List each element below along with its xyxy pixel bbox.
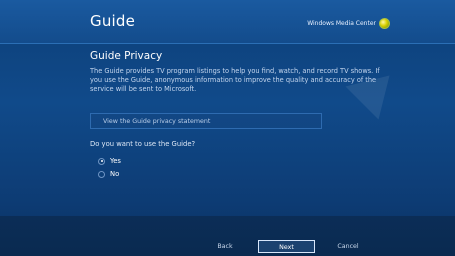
option-no-label: No <box>110 170 120 178</box>
page-title: Guide <box>90 12 136 30</box>
radio-checked-icon[interactable] <box>98 157 105 165</box>
next-button[interactable]: Next <box>258 240 315 253</box>
radio-unchecked-icon[interactable] <box>98 170 105 178</box>
option-no[interactable]: No <box>98 170 119 178</box>
cancel-button[interactable]: Cancel <box>322 240 374 253</box>
option-yes[interactable]: Yes <box>98 157 121 165</box>
brand: Windows Media Center <box>307 18 390 29</box>
media-center-logo-icon <box>379 18 390 29</box>
question-text: Do you want to use the Guide? <box>90 140 196 148</box>
back-button[interactable]: Back <box>205 240 245 253</box>
section-title: Guide Privacy <box>90 50 163 62</box>
brand-name: Windows Media Center <box>307 20 376 27</box>
option-yes-label: Yes <box>110 157 121 165</box>
description-text: The Guide provides TV program listings t… <box>90 67 380 93</box>
privacy-statement-button[interactable]: View the Guide privacy statement <box>90 113 322 129</box>
